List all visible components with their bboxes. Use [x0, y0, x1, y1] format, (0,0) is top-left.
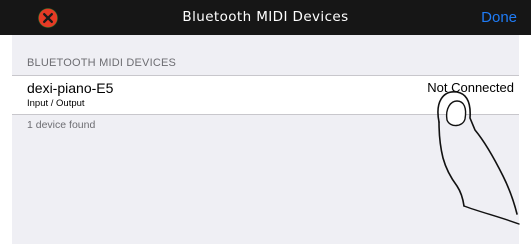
device-count-footer: 1 device found — [27, 119, 96, 131]
bluetooth-midi-dialog: Bluetooth MIDI Devices Done BLUETOOTH MI… — [0, 0, 531, 244]
device-name: dexi-piano-E5 — [27, 80, 114, 96]
done-button[interactable]: Done — [481, 0, 517, 35]
connection-status[interactable]: Not Connected — [427, 80, 514, 95]
device-subtitle: Input / Output — [27, 98, 85, 109]
section-header: BLUETOOTH MIDI DEVICES — [27, 57, 177, 69]
navigation-bar: Bluetooth MIDI Devices Done — [0, 0, 531, 35]
device-row[interactable]: dexi-piano-E5 Input / Output Not Connect… — [12, 75, 519, 115]
page-title: Bluetooth MIDI Devices — [182, 9, 349, 25]
device-list-panel: BLUETOOTH MIDI DEVICES dexi-piano-E5 Inp… — [12, 35, 519, 244]
